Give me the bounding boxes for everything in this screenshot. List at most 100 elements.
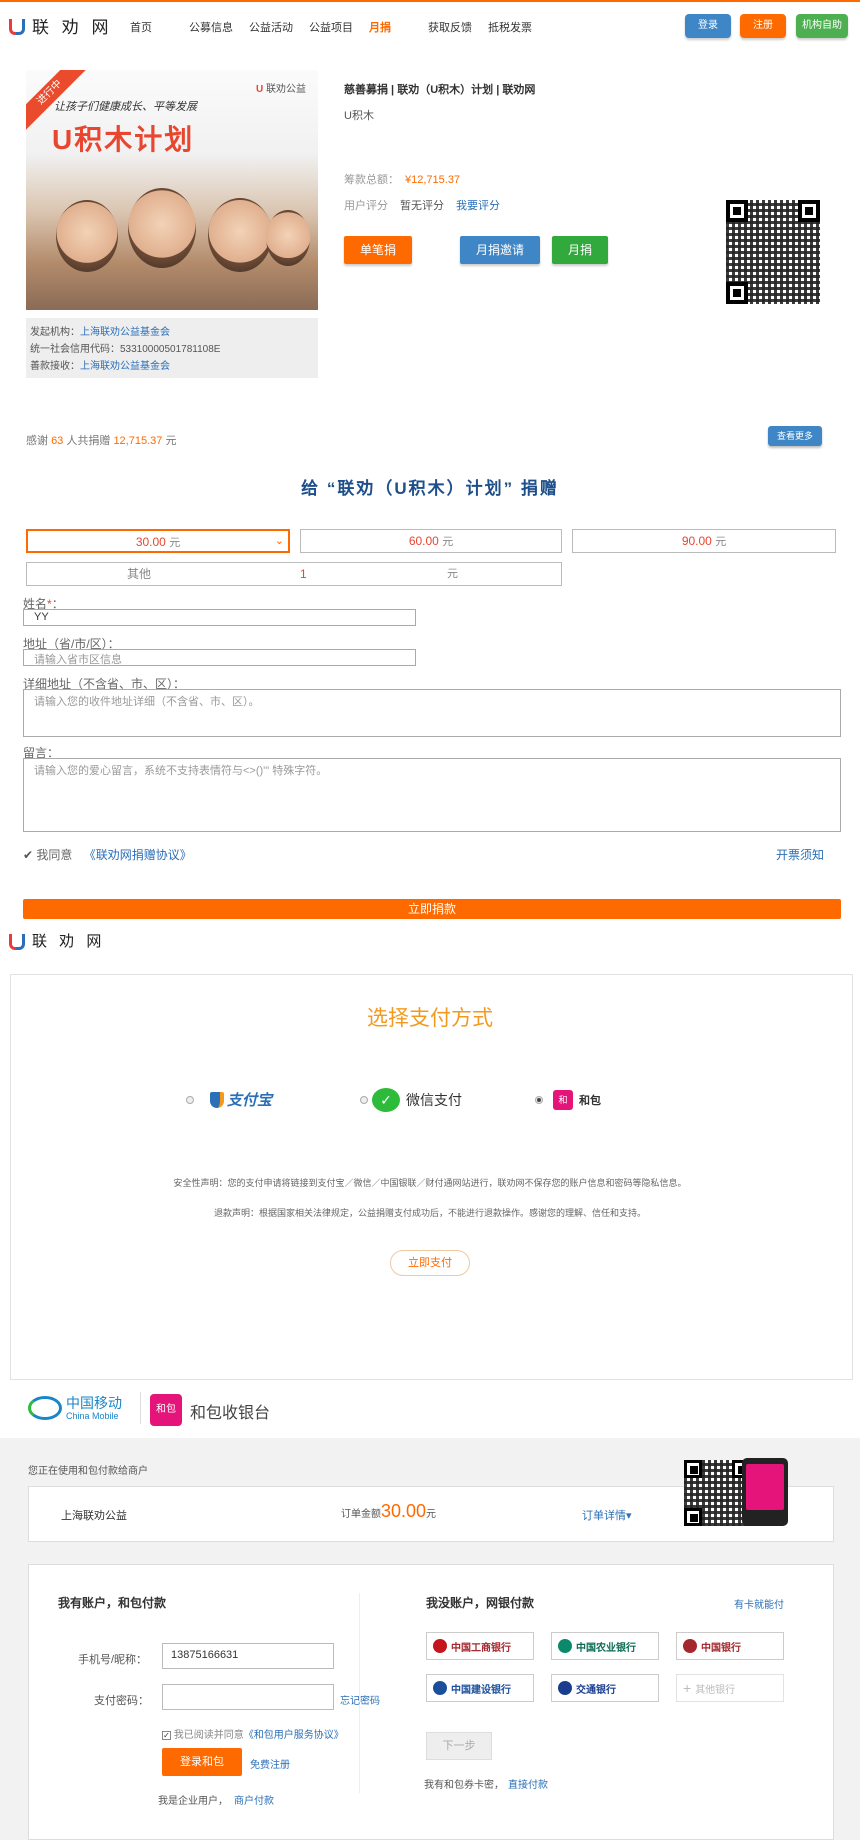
nav-public-info[interactable]: 公募信息: [189, 19, 233, 35]
message-textarea[interactable]: 请输入您的爱心留言，系统不支持表情符与<>()'" 特殊字符。: [23, 758, 841, 832]
login-button[interactable]: 登录: [685, 14, 731, 38]
amount-option-30[interactable]: 30.00 元 ⌄: [26, 529, 290, 553]
cashier-agree-checkbox[interactable]: ✓: [162, 1731, 171, 1740]
site-logo[interactable]: 联 劝 网: [8, 14, 112, 37]
cashier-agreement-row: ✓ 我已阅读并同意《和包用户服务协议》: [162, 1726, 344, 1741]
thanks-suffix: 元: [165, 435, 177, 447]
nav-monthly-donation[interactable]: 月捐: [369, 19, 391, 35]
project-title: 慈善募捐 | 联劝（U积木）计划 | 联劝网: [344, 84, 536, 96]
boc-logo-icon: [683, 1639, 697, 1653]
image-brand: U 联劝公益: [255, 84, 306, 95]
pay-now-button[interactable]: 立即支付: [390, 1250, 470, 1276]
abc-logo-icon: [558, 1639, 572, 1653]
next-step-button[interactable]: 下一步: [426, 1732, 492, 1760]
detail-address-textarea[interactable]: 请输入您的收件地址详细（不含省、市、区）。: [23, 689, 841, 737]
image-slogan: 让孩子们健康成长、平等发展: [54, 101, 197, 113]
merchant-name: 上海联劝公益: [61, 1510, 127, 1522]
order-detail-link[interactable]: 订单详情▾: [582, 1507, 632, 1523]
coupon-row: 我有和包券卡密， 直接付款: [424, 1776, 548, 1791]
cashier-agree-text: 我已阅读并同意: [173, 1730, 244, 1741]
wechat-radio[interactable]: [360, 1096, 368, 1104]
alipay-radio[interactable]: [186, 1096, 194, 1104]
register-button[interactable]: 注册: [740, 14, 786, 38]
lianquan-logo-icon: [8, 931, 26, 950]
alipay-logo-icon: [210, 1091, 224, 1108]
nav-activities[interactable]: 公益活动: [249, 19, 293, 35]
bank-bocom[interactable]: 交通银行: [551, 1674, 659, 1702]
rating-label: 用户评分: [344, 200, 388, 212]
no-account-title: 我没账户，网银付款: [426, 1596, 535, 1610]
nav-projects[interactable]: 公益项目: [309, 19, 353, 35]
receiver-label: 善款接收：: [30, 361, 80, 372]
children-photo: [46, 180, 310, 300]
nav-tax-invoice[interactable]: 抵税发票: [488, 19, 532, 35]
bank-boc[interactable]: 中国银行: [676, 1632, 784, 1660]
receiver-link[interactable]: 上海联劝公益基金会: [80, 361, 170, 372]
rate-link[interactable]: 我要评分: [456, 200, 500, 212]
amount-option-60[interactable]: 60.00 元: [300, 529, 562, 553]
bank-name: 中国工商银行: [451, 1642, 511, 1654]
amount-unit: 元: [715, 536, 727, 548]
hebao-icon: 和: [553, 1090, 573, 1110]
order-amount-label: 订单金额: [341, 1509, 381, 1520]
image-title: U积木计划: [52, 124, 195, 155]
agree-text: 我同意: [36, 848, 73, 862]
donors-summary: 感谢 63 人共捐赠 12,715.37 元: [26, 432, 176, 448]
cashier-title: 和包收银台: [190, 1405, 271, 1422]
coupon-text: 我有和包券卡密，: [424, 1780, 504, 1791]
bank-abc[interactable]: 中国农业银行: [551, 1632, 659, 1660]
bank-name: 中国建设银行: [451, 1684, 511, 1696]
login-pay-button[interactable]: 登录和包: [162, 1748, 242, 1776]
donor-count: 63: [51, 435, 64, 447]
org-link[interactable]: 上海联劝公益基金会: [80, 327, 170, 338]
monthly-invite-button[interactable]: 月捐邀请: [460, 236, 540, 264]
nav-home[interactable]: 首页: [130, 19, 152, 35]
amount-unit: 元: [442, 536, 454, 548]
bank-name: 交通银行: [576, 1684, 616, 1696]
phone-input[interactable]: 13875166631: [162, 1643, 334, 1669]
wechat-label: 微信支付: [406, 1092, 462, 1108]
project-cover-image: 进行中 让孩子们健康成长、平等发展 U积木计划 U 联劝公益: [26, 70, 318, 310]
hebao-option[interactable]: 和 和包: [553, 1090, 601, 1110]
nav-feedback[interactable]: 获取反馈: [428, 19, 472, 35]
order-detail-text: 订单详情: [582, 1510, 626, 1522]
enterprise-row: 我是企业用户， 商户付款: [158, 1792, 274, 1807]
total-value: ¥12,715.37: [405, 174, 461, 186]
amount-other-field[interactable]: 其他 1 元: [26, 562, 562, 586]
address-input[interactable]: 请输入省市区信息: [23, 649, 416, 666]
single-donation-button[interactable]: 单笔捐: [344, 236, 412, 264]
forgot-password-link[interactable]: 忘记密码: [340, 1692, 380, 1707]
bank-icbc[interactable]: 中国工商银行: [426, 1632, 534, 1660]
monthly-donation-button[interactable]: 月捐: [552, 236, 608, 264]
header-divider: [140, 1392, 141, 1424]
hebao-label: 和包: [579, 1095, 601, 1107]
agree-checkbox[interactable]: ✔: [23, 848, 33, 862]
view-more-button[interactable]: 查看更多: [768, 426, 822, 446]
alipay-label: 支付宝: [227, 1092, 273, 1109]
alipay-option[interactable]: 支付宝: [210, 1089, 272, 1110]
payment-site-logo: 联 劝 网: [8, 929, 105, 951]
has-account-title: 我有账户，和包付款: [58, 1596, 167, 1610]
free-register-link[interactable]: 免费注册: [250, 1756, 290, 1771]
china-mobile-en: China Mobile: [66, 1411, 119, 1421]
merchant-pay-link[interactable]: 商户付款: [234, 1796, 274, 1807]
bank-ccb[interactable]: 中国建设银行: [426, 1674, 534, 1702]
invoice-notice-link[interactable]: 开票须知: [776, 846, 824, 863]
hebao-radio[interactable]: [535, 1096, 543, 1104]
org-self-service-button[interactable]: 机构自助: [796, 14, 848, 38]
hebao-agreement-link[interactable]: 《和包用户服务协议》: [244, 1730, 344, 1741]
card-pay-link[interactable]: 有卡就能付: [734, 1596, 784, 1611]
thanks-prefix: 感谢: [26, 435, 48, 447]
donation-agreement-link[interactable]: 《联劝网捐赠协议》: [84, 848, 192, 862]
password-input[interactable]: [162, 1684, 334, 1710]
name-input[interactable]: YY: [23, 609, 416, 626]
amount-option-90[interactable]: 90.00 元: [572, 529, 836, 553]
bank-other[interactable]: + 其他银行: [676, 1674, 784, 1702]
donate-now-button[interactable]: 立即捐款: [23, 899, 841, 919]
wechat-option[interactable]: ✓ 微信支付: [372, 1088, 462, 1112]
image-brand-text: 联劝公益: [266, 84, 306, 95]
direct-pay-link[interactable]: 直接付款: [508, 1780, 548, 1791]
other-amount-value[interactable]: 1: [300, 563, 307, 585]
china-mobile-cn: 中国移动: [66, 1395, 122, 1411]
rating-value: 暂无评分: [400, 200, 444, 212]
